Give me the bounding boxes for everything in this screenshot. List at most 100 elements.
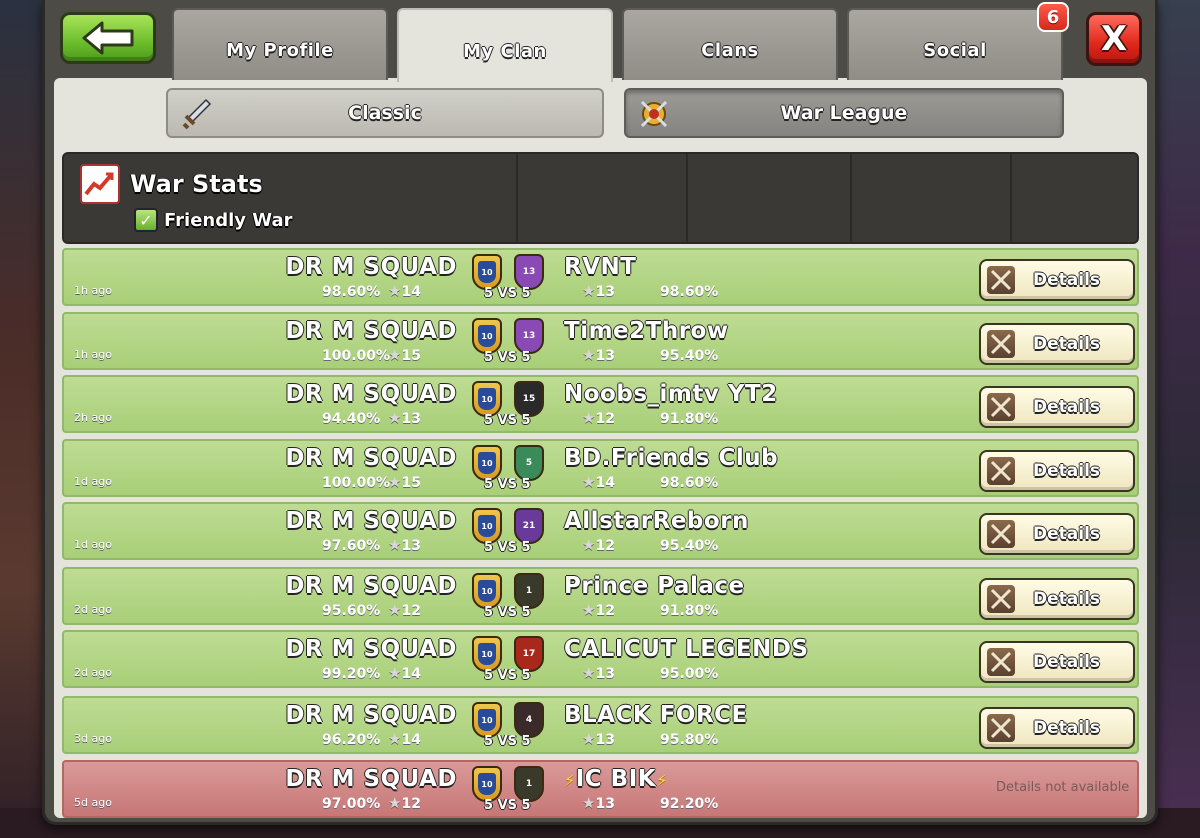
opponent-name-text: CALICUT LEGENDS	[564, 636, 809, 662]
opponent-clan-name: Prince Palace	[564, 573, 745, 599]
home-destruction: 96.20%	[322, 732, 381, 748]
star-icon: ★	[582, 282, 596, 300]
home-destruction: 94.40%	[322, 411, 381, 427]
opponent-clan-badge: 13	[514, 254, 544, 290]
star-icon: ★	[388, 664, 402, 682]
opponent-stars: ★13	[582, 282, 615, 300]
opponent-destruction: 92.20%	[660, 796, 719, 812]
tab-social[interactable]: Social	[847, 8, 1063, 80]
home-star-count: 13	[401, 411, 421, 427]
opponent-destruction: 91.80%	[660, 603, 719, 619]
chart-icon	[80, 164, 120, 204]
war-log-row: 1h ago DR M SQUAD 100.00% ★15 10 13 5 VS 5 Time…	[62, 312, 1139, 370]
home-clan-badge: 10	[472, 508, 502, 544]
home-destruction: 100.00%	[322, 475, 391, 491]
war-size: 5 VS 5	[484, 734, 531, 749]
star-icon: ★	[388, 409, 402, 427]
details-button[interactable]: Details	[979, 578, 1135, 620]
home-clan-name: DR M SQUAD	[285, 254, 457, 280]
opponent-clan-name: RVNT	[564, 254, 636, 280]
opponent-clan-name: ⚡IC BIK⚡	[564, 766, 668, 792]
war-log-row: 2d ago DR M SQUAD 95.60% ★12 10 1 5 VS 5 Prince…	[62, 567, 1139, 625]
war-size: 5 VS 5	[484, 413, 531, 428]
star-icon: ★	[582, 473, 596, 491]
war-size: 5 VS 5	[484, 477, 531, 492]
tab-label: My Profile	[226, 39, 334, 61]
home-star-count: 13	[401, 538, 421, 554]
opponent-star-count: 12	[595, 538, 615, 554]
opponent-star-count: 13	[595, 796, 615, 812]
details-button[interactable]: Details	[979, 323, 1135, 365]
star-icon: ★	[582, 601, 596, 619]
home-stars: ★14	[388, 664, 421, 682]
friendly-war-checkbox[interactable]: ✓	[134, 208, 158, 232]
versus-badges: 10 4 5 VS 5	[470, 700, 554, 754]
opponent-destruction: 98.60%	[660, 284, 719, 300]
home-star-count: 14	[401, 732, 421, 748]
tab-clans[interactable]: Clans	[622, 8, 838, 80]
opponent-clan-badge: 1	[514, 766, 544, 802]
crossed-swords-icon	[987, 266, 1015, 294]
tab-my-clan[interactable]: My Clan	[397, 8, 613, 82]
opponent-star-count: 12	[595, 603, 615, 619]
subtab-classic[interactable]: Classic	[166, 88, 604, 138]
close-icon: X	[1100, 19, 1128, 59]
home-stars: ★15	[388, 473, 421, 491]
home-star-count: 15	[401, 348, 421, 364]
star-icon: ★	[388, 730, 402, 748]
home-destruction: 98.60%	[322, 284, 381, 300]
opponent-name-text: Noobs_imtv YT2	[564, 381, 778, 407]
war-age: 1h ago	[74, 284, 112, 297]
close-button[interactable]: X	[1086, 12, 1142, 66]
war-size: 5 VS 5	[484, 350, 531, 365]
details-button[interactable]: Details	[979, 513, 1135, 555]
star-icon: ★	[582, 409, 596, 427]
tab-label: Social	[923, 39, 987, 61]
details-label: Details	[1033, 718, 1101, 738]
opponent-destruction: 91.80%	[660, 411, 719, 427]
opponent-destruction: 95.80%	[660, 732, 719, 748]
war-log-row: 2h ago DR M SQUAD 94.40% ★13 10 15 5 VS 5 Noobs…	[62, 375, 1139, 433]
details-button[interactable]: Details	[979, 707, 1135, 749]
crossed-swords-icon	[987, 648, 1015, 676]
opponent-clan-name: BD.Friends Club	[564, 445, 778, 471]
opponent-destruction: 95.00%	[660, 666, 719, 682]
versus-badges: 10 15 5 VS 5	[470, 379, 554, 433]
home-clan-name: DR M SQUAD	[285, 702, 457, 728]
opponent-name-text: BD.Friends Club	[564, 445, 779, 471]
details-button[interactable]: Details	[979, 641, 1135, 683]
opponent-star-count: 14	[595, 475, 615, 491]
star-icon: ★	[582, 730, 596, 748]
opponent-star-count: 13	[595, 284, 615, 300]
friendly-war-label: Friendly War	[164, 210, 293, 231]
home-star-count: 12	[401, 796, 421, 812]
home-clan-level: 10	[478, 709, 496, 731]
war-age: 1d ago	[74, 475, 112, 488]
war-age: 2d ago	[74, 666, 112, 679]
war-log-row: 1d ago DR M SQUAD 97.60% ★13 10 21 5 VS 5 Allst…	[62, 502, 1139, 560]
home-clan-badge: 10	[472, 318, 502, 354]
opponent-name-text: Prince Palace	[564, 573, 745, 599]
opponent-clan-badge: 4	[514, 702, 544, 738]
star-icon: ★	[388, 794, 402, 812]
opponent-name-text: BLACK FORCE	[564, 702, 748, 728]
column-divider	[1010, 154, 1012, 242]
back-button[interactable]	[60, 12, 156, 64]
crossed-swords-icon	[987, 585, 1015, 613]
star-icon: ★	[582, 794, 596, 812]
details-button[interactable]: Details	[979, 450, 1135, 492]
subtab-war-league[interactable]: War League	[624, 88, 1064, 138]
details-button[interactable]: Details	[979, 259, 1135, 301]
crossed-swords-icon	[987, 393, 1015, 421]
details-button[interactable]: Details	[979, 386, 1135, 428]
home-clan-level: 10	[478, 773, 496, 795]
details-label: Details	[1033, 334, 1101, 354]
home-clan-level: 10	[478, 452, 496, 474]
details-label: Details	[1033, 524, 1101, 544]
versus-badges: 10 5 5 VS 5	[470, 443, 554, 497]
opponent-destruction: 95.40%	[660, 348, 719, 364]
home-clan-badge: 10	[472, 254, 502, 290]
home-clan-level: 10	[478, 261, 496, 283]
tab-my-profile[interactable]: My Profile	[172, 8, 388, 80]
subtab-label: Classic	[348, 102, 422, 124]
